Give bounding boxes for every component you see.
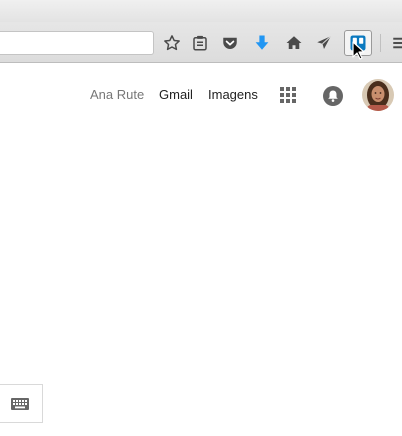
download-icon[interactable] xyxy=(250,31,274,55)
pocket-icon[interactable] xyxy=(218,31,242,55)
toolbar-separator xyxy=(380,34,381,52)
user-name[interactable]: Ana Rute xyxy=(90,87,144,103)
home-icon[interactable] xyxy=(282,31,306,55)
apps-grid-icon[interactable] xyxy=(280,87,296,103)
images-link[interactable]: Imagens xyxy=(208,87,258,103)
send-icon[interactable] xyxy=(312,31,336,55)
toolbar-top-strip xyxy=(0,0,402,22)
bookmark-star-icon[interactable] xyxy=(160,31,184,55)
menu-icon[interactable] xyxy=(388,31,402,55)
keyboard-input-button[interactable] xyxy=(0,384,43,423)
avatar-photo xyxy=(362,79,394,111)
browser-toolbar xyxy=(0,0,402,63)
address-bar[interactable] xyxy=(0,31,154,55)
reading-list-icon[interactable] xyxy=(188,31,212,55)
keyboard-icon xyxy=(11,397,29,410)
user-avatar[interactable] xyxy=(362,79,394,111)
bell-icon[interactable] xyxy=(322,85,344,107)
gmail-link[interactable]: Gmail xyxy=(159,87,193,103)
mouse-cursor-icon xyxy=(352,41,365,60)
